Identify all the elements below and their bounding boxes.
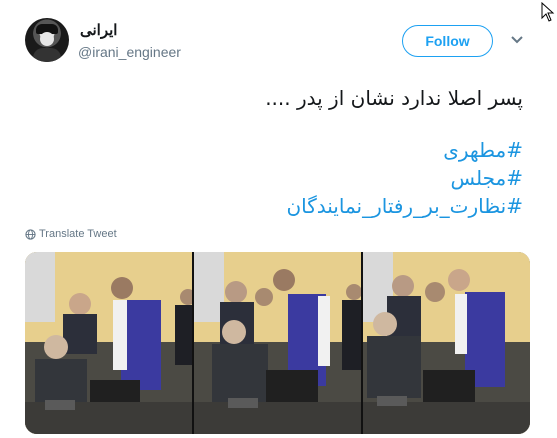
hashtag-link[interactable]: #مجلس xyxy=(43,164,524,192)
tweet-photo[interactable] xyxy=(25,252,192,434)
tweet-text-line: پسر اصلا ندارد نشان از پدر .... xyxy=(265,86,523,110)
avatar-face xyxy=(40,32,54,46)
hashtag-link[interactable]: #مطهری xyxy=(43,136,523,164)
photo-scene xyxy=(194,252,361,434)
photo-scene xyxy=(25,252,192,434)
user-avatar[interactable] xyxy=(25,18,69,62)
hashtag-link[interactable]: #نظارت_بر_رفتار_نمایندگان xyxy=(43,192,523,220)
follow-button[interactable]: Follow xyxy=(402,25,493,57)
chevron-down-icon[interactable] xyxy=(509,34,525,46)
tweet-spacer xyxy=(43,112,523,136)
translate-tweet-label[interactable]: Translate Tweet xyxy=(39,228,117,240)
user-display-name[interactable]: ایرانی xyxy=(80,21,117,39)
globe-icon xyxy=(25,228,36,240)
tweet-photo[interactable] xyxy=(194,252,361,434)
photo-scene xyxy=(363,252,530,434)
translate-tweet-link[interactable]: Translate Tweet xyxy=(25,228,117,240)
tweet-media[interactable] xyxy=(25,252,530,434)
tweet-photo[interactable] xyxy=(363,252,530,434)
avatar-body xyxy=(33,48,61,62)
mouse-cursor-icon xyxy=(541,2,555,22)
user-handle[interactable]: @irani_engineer xyxy=(78,44,181,60)
tweet-text: پسر اصلا ندارد نشان از پدر .... #مطهری #… xyxy=(43,84,523,220)
